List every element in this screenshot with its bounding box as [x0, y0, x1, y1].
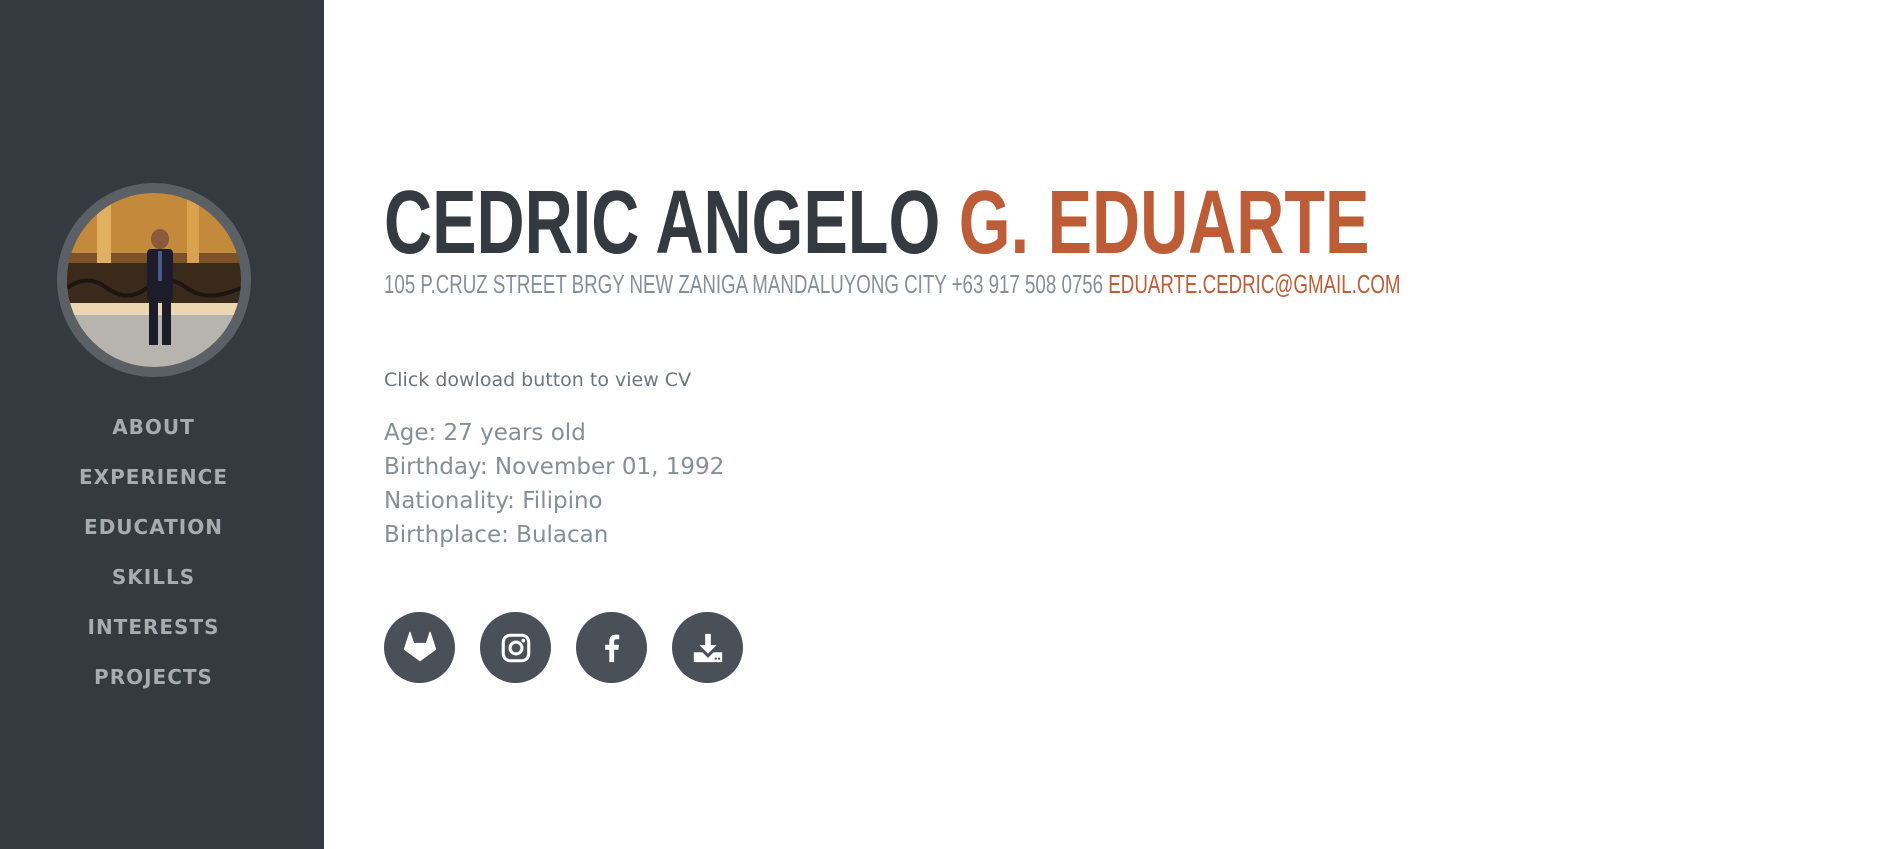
fact-age: Age: 27 years old: [384, 420, 586, 446]
cv-note: Click dowload button to view CV: [384, 369, 692, 391]
download-cv-button[interactable]: [672, 612, 743, 683]
fact-birthplace: Birthplace: Bulacan: [384, 522, 609, 548]
sidebar-nav: ABOUT EXPERIENCE EDUCATION SKILLS INTERE…: [0, 412, 307, 712]
fact-nationality: Nationality: Filipino: [384, 488, 603, 514]
nav-item-education: EDUCATION: [0, 512, 307, 562]
social-icons: [384, 612, 743, 683]
about-section: CEDRIC ANGELO G. EDUARTE 105 P.CRUZ STRE…: [384, 0, 1844, 849]
nav-item-projects: PROJECTS: [0, 662, 307, 712]
gitlab-button[interactable]: [384, 612, 455, 683]
nav-link-experience[interactable]: EXPERIENCE: [79, 465, 228, 489]
page-title: CEDRIC ANGELO G. EDUARTE: [384, 168, 1369, 278]
contact-line: 105 P.CRUZ STREET BRGY NEW ZANIGA MANDAL…: [384, 268, 1401, 300]
email-link[interactable]: EDUARTE.CEDRIC@GMAIL.COM: [1108, 269, 1400, 299]
address-phone: 105 P.CRUZ STREET BRGY NEW ZANIGA MANDAL…: [384, 269, 1104, 299]
gitlab-icon: [403, 631, 436, 661]
fact-birthday: Birthday: November 01, 1992: [384, 454, 725, 480]
nav-link-about[interactable]: ABOUT: [112, 415, 195, 439]
nav-link-interests[interactable]: INTERESTS: [88, 615, 220, 639]
nav-link-education[interactable]: EDUCATION: [84, 515, 223, 539]
nav-link-projects[interactable]: PROJECTS: [94, 665, 213, 689]
nav-item-skills: SKILLS: [0, 562, 307, 612]
profile-avatar: [57, 183, 251, 377]
nav-item-interests: INTERESTS: [0, 612, 307, 662]
instagram-button[interactable]: [480, 612, 551, 683]
sidebar: ABOUT EXPERIENCE EDUCATION SKILLS INTERE…: [0, 0, 324, 849]
last-name: G. EDUARTE: [958, 173, 1370, 273]
download-icon: [693, 633, 722, 662]
nav-link-skills[interactable]: SKILLS: [112, 565, 195, 589]
instagram-icon: [501, 633, 530, 662]
facebook-icon: [604, 634, 619, 662]
first-name: CEDRIC ANGELO: [384, 173, 941, 273]
facebook-button[interactable]: [576, 612, 647, 683]
personal-facts: Age: 27 years old Birthday: November 01,…: [384, 416, 724, 552]
nav-item-experience: EXPERIENCE: [0, 462, 307, 512]
nav-item-about: ABOUT: [0, 412, 307, 462]
